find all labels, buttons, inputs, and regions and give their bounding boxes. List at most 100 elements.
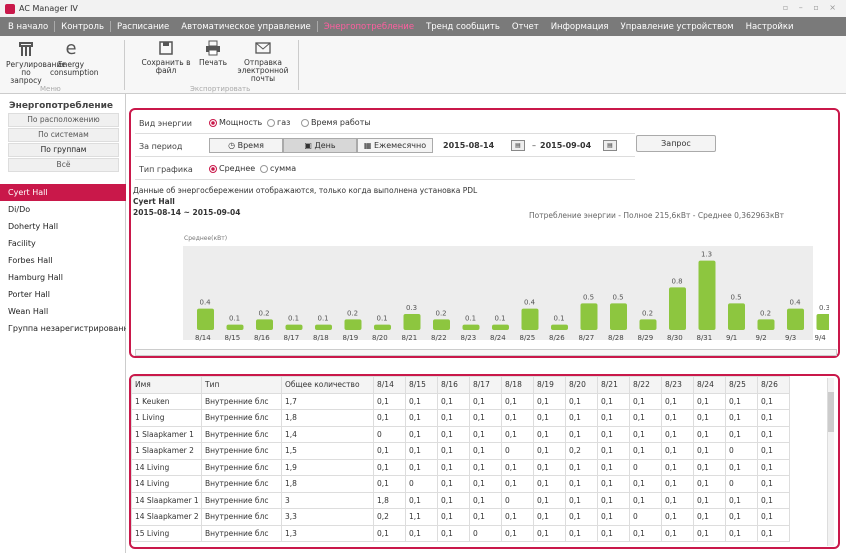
chart-bar[interactable] <box>521 308 539 330</box>
column-header[interactable]: 8/26 <box>757 376 790 394</box>
sidebar-item-group[interactable]: Группа незарегистрированн <box>0 320 126 337</box>
period-month-button[interactable]: ▦ Ежемесячно <box>357 138 433 153</box>
menu-item[interactable]: Расписание <box>111 22 175 32</box>
menu-item[interactable]: Управление устройством <box>615 22 740 32</box>
chart-bar[interactable] <box>639 319 657 330</box>
menu-item[interactable]: Автоматическое управление <box>175 22 316 32</box>
table-cell: 0,1 <box>629 425 662 443</box>
table-row[interactable]: 14 Slaapkamer 2 Внутренние блс 3,3 0,2 1,1 0,… <box>131 508 790 526</box>
energy-runtime-radio[interactable]: Время работы <box>301 118 371 127</box>
column-header[interactable]: 8/20 <box>565 376 598 394</box>
chart-bar[interactable] <box>492 324 509 330</box>
period-day-button[interactable]: ▣ День <box>283 138 357 153</box>
column-header[interactable]: 8/25 <box>725 376 758 394</box>
tab-by-system[interactable]: По системам <box>8 128 119 142</box>
sidebar-item-group[interactable]: Cyert Hall <box>0 184 126 201</box>
column-header[interactable]: 8/21 <box>597 376 630 394</box>
sidebar-item-group[interactable]: Porter Hall <box>0 286 126 303</box>
sidebar-title: Энергопотребление <box>9 101 114 111</box>
date-to[interactable]: 2015-09-04 <box>540 141 591 150</box>
chart-sum-radio[interactable]: сумма <box>260 164 296 173</box>
sidebar-item-group[interactable]: Forbes Hall <box>0 252 126 269</box>
email-button[interactable]: Отправка электронной почты <box>232 40 294 83</box>
table-cell: 0,1 <box>661 458 694 476</box>
ribbon: Регулирование по запросу e Energy consum… <box>0 36 846 94</box>
chart-bar[interactable] <box>787 308 804 330</box>
chart-bar[interactable] <box>551 324 568 330</box>
column-header[interactable]: 8/22 <box>629 376 662 394</box>
menu-item[interactable]: Настройки <box>740 22 800 32</box>
column-header[interactable]: Общее количество <box>281 376 374 394</box>
period-time-button[interactable]: ◷ Время <box>209 138 283 153</box>
table-row[interactable]: 1 Slaapkamer 1 Внутренние блс 1,4 0 0,1 0,1 0,… <box>131 425 790 443</box>
table-cell: 0,1 <box>693 409 726 427</box>
chart-bar[interactable] <box>344 319 362 330</box>
chart-scrollbar[interactable] <box>135 349 837 356</box>
sidebar-item-group[interactable]: Wean Hall <box>0 303 126 320</box>
table-row[interactable]: 1 Living Внутренние блс 1,8 0,1 0,1 0,1 0,1 0,1… <box>131 409 790 427</box>
chart-bar[interactable] <box>698 260 716 330</box>
date-from[interactable]: 2015-08-14 <box>443 141 494 150</box>
menu-item[interactable]: Отчет <box>506 22 545 32</box>
energy-power-radio[interactable]: Мощность <box>209 118 262 127</box>
table-cell: 0,1 <box>757 392 790 410</box>
chart-bar[interactable] <box>816 314 830 330</box>
column-header[interactable]: 8/23 <box>661 376 694 394</box>
column-header[interactable]: Тип <box>201 376 282 394</box>
chart-bar[interactable] <box>197 308 214 330</box>
column-header[interactable]: 8/24 <box>693 376 726 394</box>
calendar-icon[interactable]: ▤ <box>603 140 617 151</box>
chart-bar[interactable] <box>610 303 627 330</box>
table-cell: 0,1 <box>693 491 726 509</box>
chart-bar[interactable] <box>433 319 450 330</box>
chart-bar[interactable] <box>374 324 391 330</box>
energy-consumption-button[interactable]: e Energy consumption <box>50 40 99 77</box>
chart-bar[interactable] <box>256 319 273 330</box>
column-header[interactable]: 8/17 <box>469 376 502 394</box>
column-header[interactable]: 8/15 <box>405 376 438 394</box>
menu-item[interactable]: Контроль <box>55 22 110 32</box>
column-header[interactable]: 8/16 <box>437 376 470 394</box>
sidebar-item-group[interactable]: Facility <box>0 235 126 252</box>
menu-item[interactable]: Энергопотребление <box>318 22 420 32</box>
column-header[interactable]: 8/18 <box>501 376 534 394</box>
menu-item[interactable]: В начало <box>0 22 54 32</box>
demand-control-button[interactable]: Регулирование по запросу <box>6 40 66 85</box>
chart-bar[interactable] <box>757 319 775 330</box>
chart-bar[interactable] <box>226 324 244 330</box>
window-controls[interactable]: ▫ – ▫ × <box>783 3 840 12</box>
energy-gas-radio[interactable]: газ <box>267 118 290 127</box>
menu-item[interactable]: Тренд сообщить <box>420 22 506 32</box>
chart-bar[interactable] <box>462 324 480 330</box>
tab-by-location[interactable]: По расположению <box>8 113 119 127</box>
sidebar-item-group[interactable]: Doherty Hall <box>0 218 126 235</box>
chart-bar[interactable] <box>728 303 745 330</box>
chart-bar[interactable] <box>580 303 598 330</box>
table-row[interactable]: 14 Living Внутренние блс 1,8 0,1 0 0,1 0,1 0,1 0… <box>131 475 790 493</box>
table-scroll-thumb[interactable] <box>828 392 834 432</box>
table-row[interactable]: 1 Keuken Внутренние блс 1,7 0,1 0,1 0,1 0,1 0,1… <box>131 392 790 410</box>
sidebar-item-group[interactable]: Hamburg Hall <box>0 269 126 286</box>
tab-by-group[interactable]: По группам <box>8 143 119 157</box>
menu-item[interactable]: Информация <box>545 22 615 32</box>
column-header[interactable]: 8/14 <box>373 376 406 394</box>
table-row[interactable]: 15 Living Внутренние блс 1,3 0,1 0,1 0,1 0 0,1 0… <box>131 524 790 542</box>
calendar-icon[interactable]: ▤ <box>511 140 525 151</box>
chart-bar[interactable] <box>403 314 421 330</box>
save-file-button[interactable]: Сохранить в файл <box>137 40 195 75</box>
print-button[interactable]: Печать <box>198 40 228 67</box>
chart-bar[interactable] <box>669 287 686 330</box>
chart-bar[interactable] <box>285 324 303 330</box>
chart-bar[interactable] <box>315 324 332 330</box>
table-cell: 0,1 <box>565 425 598 443</box>
column-header[interactable]: 8/19 <box>533 376 566 394</box>
table-scrollbar[interactable] <box>827 378 834 546</box>
table-row[interactable]: 1 Slaapkamer 2 Внутренние блс 1,5 0,1 0,1 0,1… <box>131 442 790 460</box>
query-button[interactable]: Запрос <box>636 135 716 152</box>
sidebar-item-group[interactable]: Di/Do <box>0 201 126 218</box>
table-row[interactable]: 14 Living Внутренние блс 1,9 0,1 0,1 0,1 0,1 0,… <box>131 458 790 476</box>
column-header[interactable]: Имя <box>131 376 202 394</box>
table-row[interactable]: 14 Slaapkamer 1 Внутренние блс 3 1,8 0,1 0,1 0… <box>131 491 790 509</box>
chart-average-radio[interactable]: Среднее <box>209 164 255 173</box>
tab-all[interactable]: Всё <box>8 158 119 172</box>
